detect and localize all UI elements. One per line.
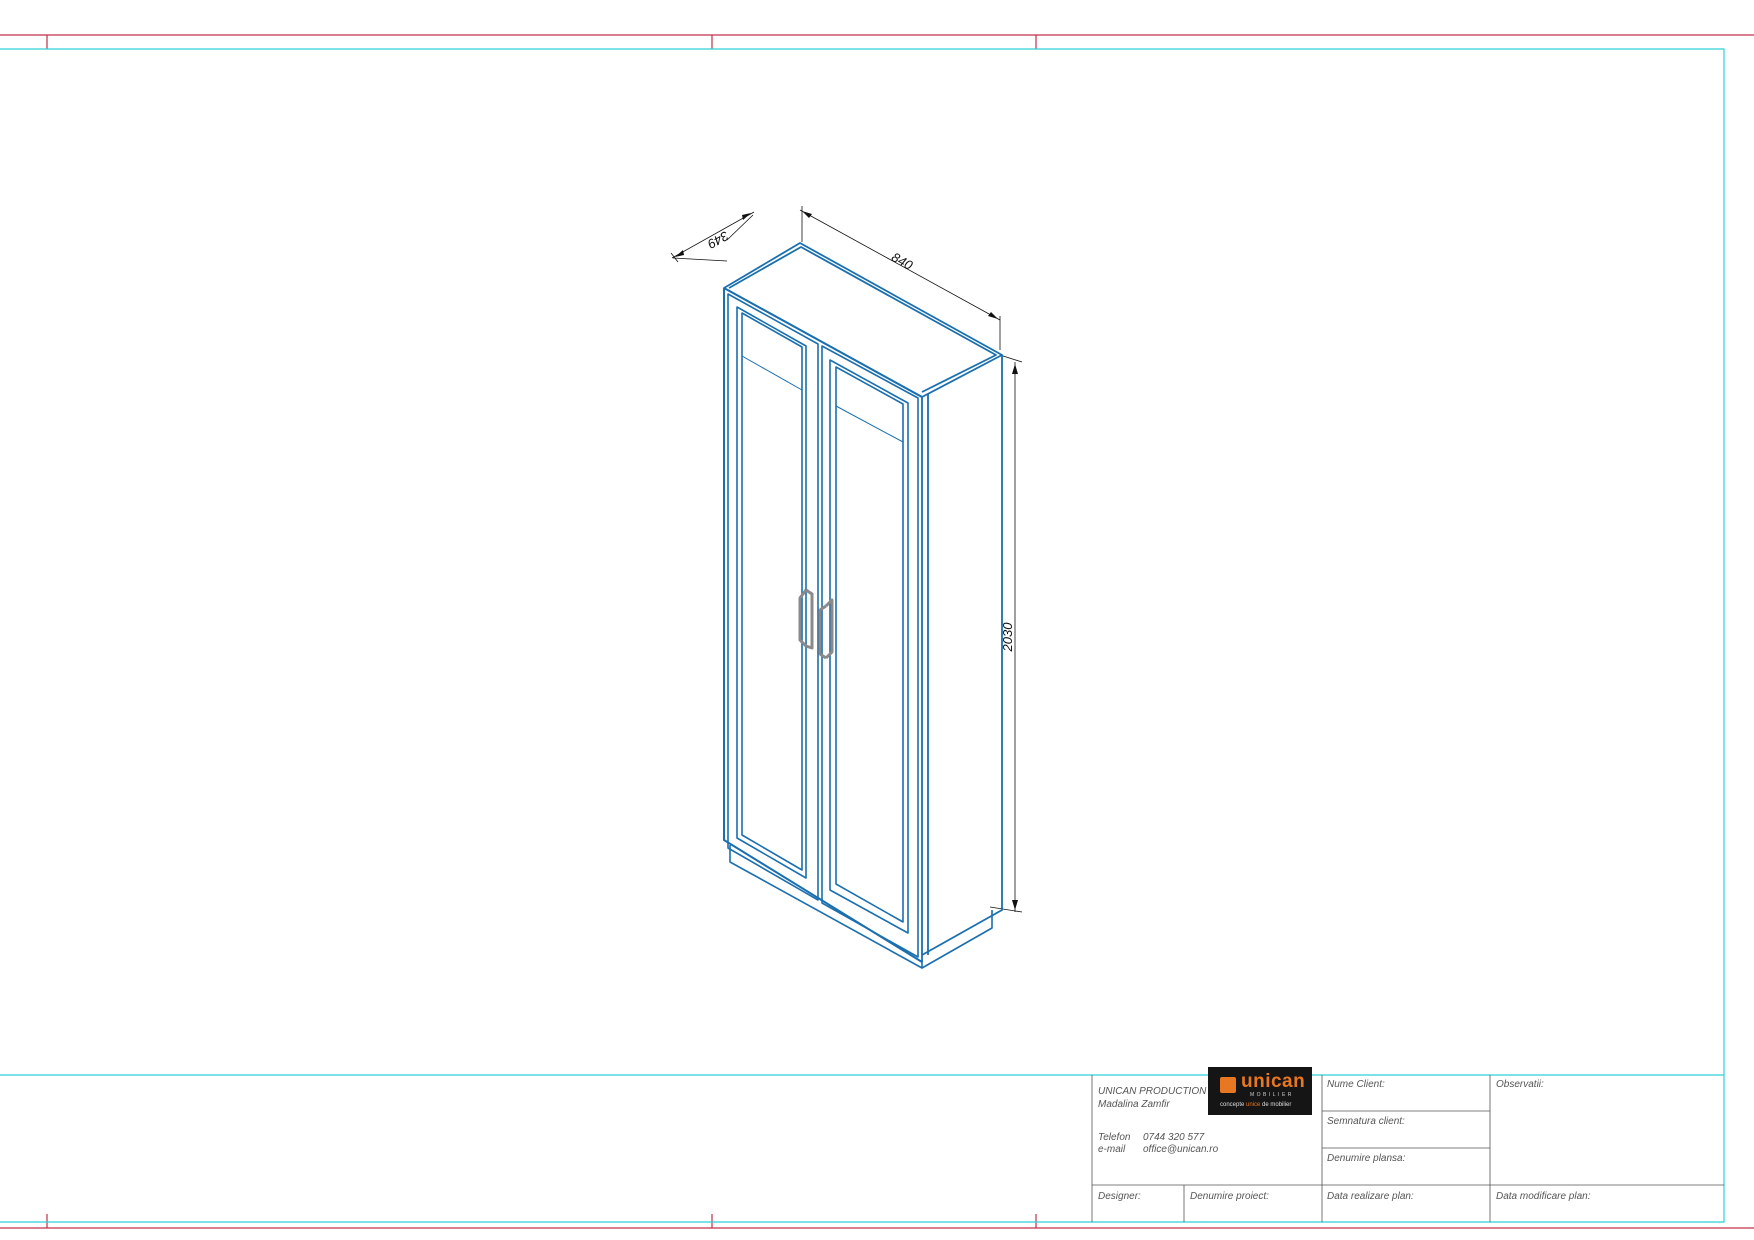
- outer-frame: [0, 34, 1754, 1229]
- logo-tagline-accent: unice: [1246, 1102, 1261, 1108]
- phone-label: Telefon: [1098, 1132, 1131, 1143]
- logo-tagline-pre: concepte: [1220, 1102, 1247, 1108]
- logo-mark-icon: [1220, 1077, 1236, 1093]
- drawing-sheet: 349 840 2030: [0, 34, 1754, 1229]
- observations-label: Observatii:: [1496, 1079, 1544, 1090]
- project-name-label: Denumire proiect:: [1190, 1191, 1269, 1202]
- plan-modified-label: Data modificare plan:: [1496, 1191, 1591, 1202]
- plan-date-label: Data realizare plan:: [1327, 1191, 1414, 1202]
- client-name-label: Nume Client:: [1327, 1079, 1385, 1090]
- company-logo: unican MOBILIER concepte unice de mobili…: [1208, 1067, 1312, 1115]
- right-door: [821, 345, 919, 958]
- sheet-name-label: Denumire plansa:: [1327, 1153, 1406, 1164]
- designer-label: Designer:: [1098, 1191, 1141, 1202]
- client-signature-label: Semnatura client:: [1327, 1116, 1405, 1127]
- inner-frame: [0, 48, 1725, 1223]
- phone-value: 0744 320 577: [1143, 1132, 1205, 1143]
- dimension-arrowheads: [675, 211, 1018, 910]
- logo-tagline-post: de mobilier: [1260, 1102, 1292, 1108]
- email-label: e-mail: [1098, 1144, 1126, 1155]
- logo-sub: MOBILIER: [1250, 1092, 1294, 1098]
- logo-name: unican: [1241, 1071, 1306, 1092]
- dimension-label-width: 840: [889, 249, 916, 273]
- door-handles: [798, 588, 834, 660]
- left-door: [727, 293, 819, 901]
- logo-tagline: concepte unice de mobilier: [1220, 1102, 1291, 1108]
- dimension-label-depth: 349: [705, 228, 731, 252]
- company-name: UNICAN PRODUCTION: [1098, 1086, 1207, 1097]
- cabinet-top: [723, 242, 1003, 398]
- email-value: office@unican.ro: [1143, 1144, 1219, 1155]
- cabinet-side-panel: [921, 355, 1003, 962]
- designer-person: Madalina Zamfir: [1098, 1099, 1170, 1110]
- wardrobe-cabinet: [723, 242, 1003, 969]
- cabinet-front: [723, 287, 923, 963]
